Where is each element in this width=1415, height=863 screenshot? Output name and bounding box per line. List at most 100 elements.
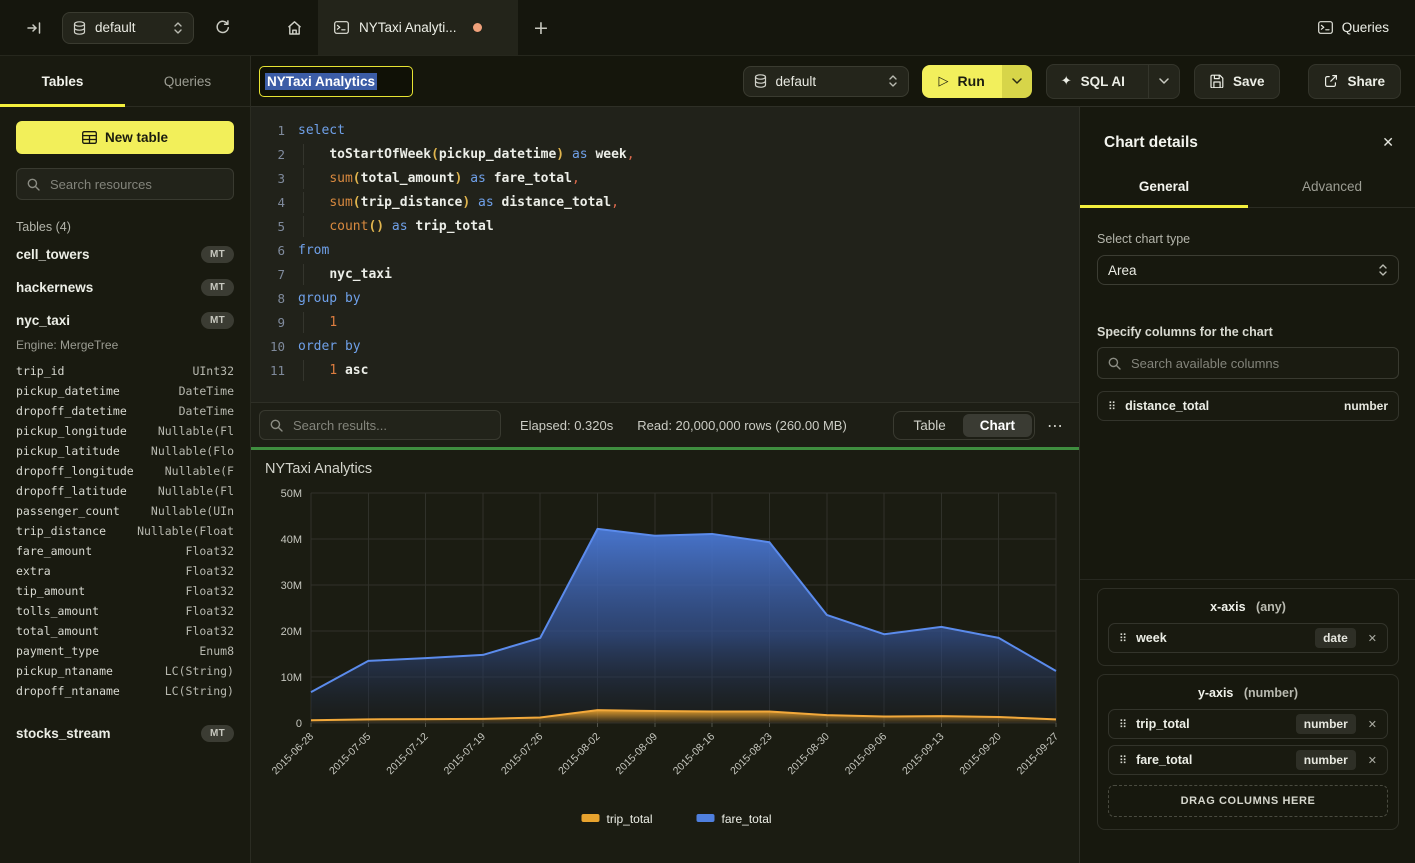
header-database-selector[interactable]: default [743,66,909,97]
column-row: dropoff_latitude Nullable(Fl [16,481,234,501]
column-type: Float32 [186,564,234,578]
panel-header: Chart details ✕ [1080,107,1415,166]
run-button[interactable]: ▷ Run [922,65,1032,98]
sidebar-tab-queries[interactable]: Queries [125,56,250,106]
code-line: 1select [251,118,1079,142]
y-axis-column-row[interactable]: ⠿ trip_total number✕ [1108,709,1388,739]
column-name: dropoff_latitude [16,484,127,498]
collapse-sidebar-button[interactable] [20,14,48,42]
sidebar-tab-queries-label: Queries [164,74,211,89]
chevron-down-icon [1012,78,1022,84]
save-button[interactable]: Save [1194,64,1281,99]
collapse-sidebar-icon [26,21,42,35]
drag-handle-icon[interactable]: ⠿ [1119,718,1126,731]
share-button[interactable]: Share [1308,64,1401,99]
run-options-button[interactable] [1002,65,1032,98]
code-line: 2 toStartOfWeek(pickup_datetime) as week… [251,142,1079,166]
svg-text:10M: 10M [281,672,302,684]
remove-column-icon[interactable]: ✕ [1368,718,1377,731]
table-name: stocks_stream [16,726,201,741]
sql-ai-button-main[interactable]: ✦ SQL AI [1047,74,1139,89]
header-database-value: default [776,74,879,89]
code-line: 10order by [251,334,1079,358]
column-type: Nullable(UIn [151,504,234,518]
code-line: 8group by [251,286,1079,310]
table-row[interactable]: nyc_taxi MT [16,304,234,337]
query-tab[interactable]: NYTaxi Analyti... [318,0,518,55]
column-name: tip_amount [16,584,85,598]
sql-ai-button[interactable]: ✦ SQL AI [1046,64,1180,99]
home-tab[interactable] [270,0,318,55]
run-button-main[interactable]: ▷ Run [922,65,1002,98]
code-line: 5 count() as trip_total [251,214,1079,238]
y-axis-column-row[interactable]: ⠿ fare_total number✕ [1108,745,1388,775]
chart-type-select[interactable]: Area [1097,255,1399,285]
column-row: pickup_longitude Nullable(Fl [16,421,234,441]
table-row[interactable]: hackernews MT [16,271,234,304]
tab-general[interactable]: General [1080,166,1248,207]
legend-item-fare_total[interactable]: fare_total [697,812,772,826]
terminal-icon [1318,21,1333,34]
view-toggle-table[interactable]: Table [896,414,962,437]
column-name: payment_type [16,644,99,658]
y-axis-items: ⠿ trip_total number✕ ⠿ fare_total number✕ [1108,709,1388,775]
results-search-input[interactable] [291,417,490,434]
sidebar-search-input[interactable] [48,176,223,193]
drag-handle-icon[interactable]: ⠿ [1119,632,1126,645]
column-name: tolls_amount [16,604,99,618]
column-type-badge: number [1344,399,1388,413]
table-row[interactable]: cell_towers MT [16,238,234,271]
sql-ai-options-button[interactable] [1148,65,1179,98]
line-number: 8 [251,291,298,306]
topbar-database-selector[interactable]: default [62,12,194,44]
svg-text:2015-08-09: 2015-08-09 [613,731,660,778]
column-type-badge: date [1315,628,1356,648]
refresh-button[interactable] [208,14,236,42]
legend-item-trip_total[interactable]: trip_total [582,812,653,826]
new-tab-button[interactable]: + [518,0,564,55]
sidebar-tab-tables[interactable]: Tables [0,56,125,106]
column-row: tolls_amount Float32 [16,601,234,621]
drop-zone[interactable]: DRAG COLUMNS HERE [1108,785,1388,817]
column-row: dropoff_ntaname LC(String) [16,681,234,701]
share-button-label: Share [1347,74,1385,89]
engine-badge: MT [201,279,234,296]
columns-search-input[interactable] [1129,355,1388,372]
line-number: 2 [251,147,298,162]
table-name: hackernews [16,280,201,295]
queries-button[interactable]: Queries [1318,20,1389,35]
code-line: 4 sum(trip_distance) as distance_total, [251,190,1079,214]
query-title-selected-text: NYTaxi Analytics [265,73,377,90]
remove-column-icon[interactable]: ✕ [1368,754,1377,767]
tab-advanced[interactable]: Advanced [1248,166,1415,207]
remove-column-icon[interactable]: ✕ [1368,632,1377,645]
column-type: Float32 [186,544,234,558]
sidebar-tab-tables-label: Tables [42,74,84,89]
sql-editor[interactable]: 1select2 toStartOfWeek(pickup_datetime) … [251,107,1079,402]
drag-handle-icon[interactable]: ⠿ [1119,754,1126,767]
query-title-input[interactable]: NYTaxi Analytics [259,66,413,97]
drag-handle-icon[interactable]: ⠿ [1108,400,1115,413]
columns-label: Specify columns for the chart [1097,325,1399,339]
line-number: 10 [251,339,298,354]
available-column-row[interactable]: ⠿ distance_total number [1097,391,1399,421]
code-line: 11 1 asc [251,358,1079,382]
column-row: trip_distance Nullable(Float [16,521,234,541]
more-options-icon[interactable]: ⋯ [1047,416,1063,435]
column-name: pickup_longitude [16,424,127,438]
view-toggle-chart[interactable]: Chart [963,414,1032,437]
column-type: Nullable(Fl [158,424,234,438]
results-toolbar: Elapsed: 0.320s Read: 20,000,000 rows (2… [251,402,1079,447]
search-icon [1108,357,1121,370]
table-row[interactable]: stocks_stream MT [16,717,234,750]
x-axis-column-row[interactable]: ⠿ week date ✕ [1108,623,1388,653]
play-icon: ▷ [939,74,949,89]
x-axis-constraint: (any) [1256,600,1286,614]
svg-text:40M: 40M [281,534,302,546]
close-panel-icon[interactable]: ✕ [1382,135,1394,151]
svg-text:2015-09-13: 2015-09-13 [900,731,947,778]
query-tab-label: NYTaxi Analyti... [359,20,457,35]
column-pill-name: week [1136,631,1305,645]
new-table-button[interactable]: New table [16,121,234,154]
sql-ai-label: SQL AI [1081,74,1125,89]
